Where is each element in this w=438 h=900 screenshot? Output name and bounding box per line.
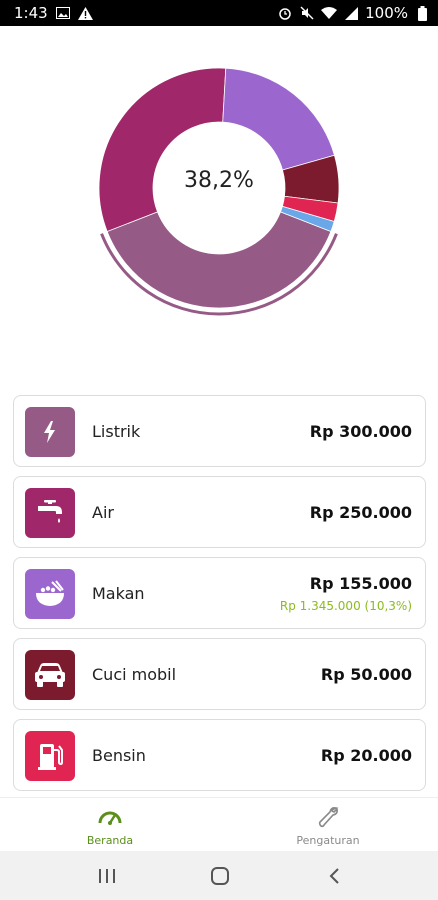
- expense-amount: Rp 300.000: [309, 422, 412, 441]
- system-navigation-bar: [0, 851, 438, 900]
- expense-name: Makan: [92, 584, 145, 603]
- status-bar: 1:43 100%: [0, 0, 438, 26]
- faucet-icon: [25, 488, 75, 538]
- signal-icon: [343, 5, 359, 21]
- food-bowl-icon: [25, 569, 75, 619]
- expense-name: Cuci mobil: [92, 665, 177, 684]
- gauge-icon: [45, 804, 175, 830]
- battery-icon: [414, 5, 430, 21]
- nav-settings-label: Pengaturan: [296, 834, 360, 847]
- warning-icon: [78, 5, 94, 21]
- battery-level: 100%: [365, 4, 408, 22]
- donut-slice-listrik[interactable]: [106, 211, 332, 309]
- nav-settings-tab[interactable]: Pengaturan: [263, 804, 393, 847]
- home-icon[interactable]: [208, 865, 232, 887]
- wrench-icon: [263, 804, 393, 830]
- donut-slice-makan[interactable]: [222, 67, 335, 171]
- fuel-pump-icon: [25, 731, 75, 781]
- expense-list: Listrik Rp 300.000 Air Rp 250.000 Makan …: [13, 395, 426, 800]
- back-icon[interactable]: [322, 865, 346, 887]
- image-icon: [55, 5, 71, 21]
- mute-icon: [299, 5, 315, 21]
- expense-amount: Rp 155.000: [309, 574, 412, 593]
- bottom-navigation: Beranda Pengaturan: [0, 797, 438, 851]
- expense-budget-info: Rp 1.345.000 (10,3%): [279, 599, 412, 613]
- expense-amount: Rp 50.000: [320, 665, 412, 684]
- alarm-icon: [277, 5, 293, 21]
- expense-name: Air: [92, 503, 114, 522]
- expense-item-air[interactable]: Air Rp 250.000: [13, 476, 426, 548]
- expense-name: Listrik: [92, 422, 141, 441]
- expense-amount: Rp 250.000: [309, 503, 412, 522]
- chart-center-percentage: 38,2%: [184, 168, 254, 193]
- expense-item-makan[interactable]: Makan Rp 155.000 Rp 1.345.000 (10,3%): [13, 557, 426, 629]
- expense-item-cuci-mobil[interactable]: Cuci mobil Rp 50.000: [13, 638, 426, 710]
- status-time: 1:43: [14, 4, 48, 22]
- nav-home-tab[interactable]: Beranda: [45, 804, 175, 847]
- expense-item-bensin[interactable]: Bensin Rp 20.000: [13, 719, 426, 791]
- lightning-icon: [25, 407, 75, 457]
- expense-amount: Rp 20.000: [320, 746, 412, 765]
- donut-slice-air[interactable]: [98, 67, 227, 232]
- nav-home-label: Beranda: [86, 834, 134, 847]
- expense-donut-chart[interactable]: 38,2%: [95, 58, 343, 320]
- expense-name: Bensin: [92, 746, 146, 765]
- car-icon: [25, 650, 75, 700]
- wifi-icon: [321, 5, 338, 21]
- expense-item-listrik[interactable]: Listrik Rp 300.000: [13, 395, 426, 467]
- recents-icon[interactable]: [95, 865, 119, 887]
